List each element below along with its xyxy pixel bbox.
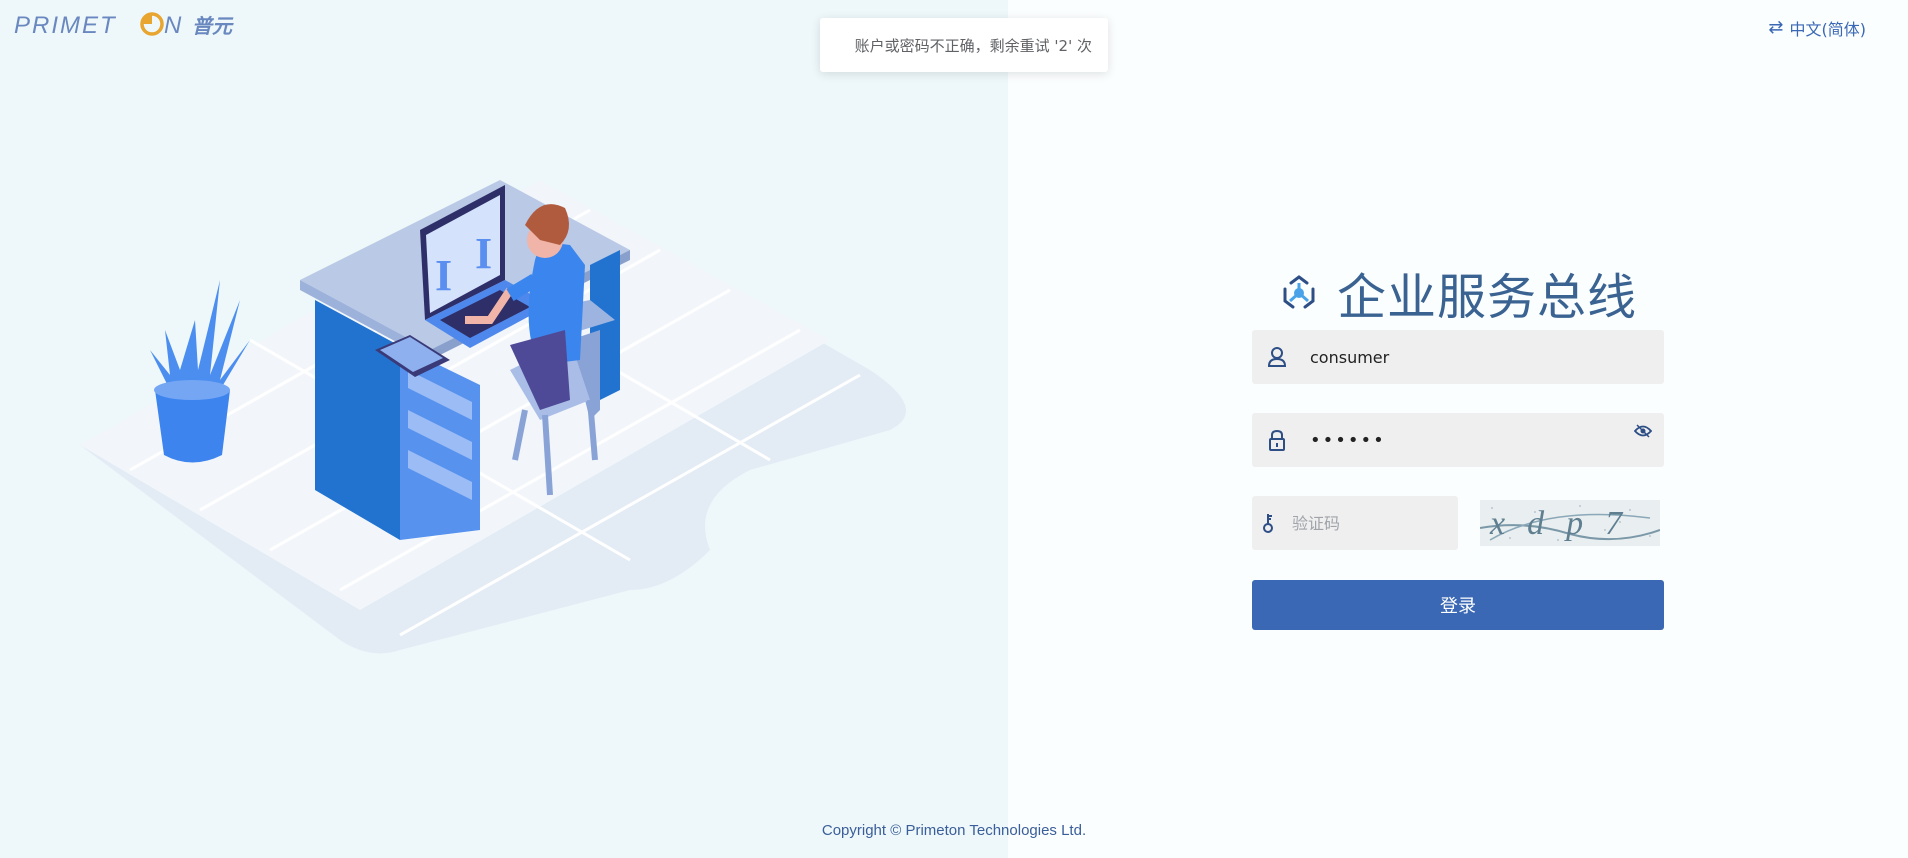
office-illustration: I I — [80, 180, 906, 654]
language-label: 中文(简体) — [1789, 20, 1867, 39]
captcha-text: xdp7 — [1489, 505, 1644, 542]
error-toast: 账户或密码不正确，剩余重试 '2' 次 — [820, 18, 1108, 72]
login-form: 企业服务总线 consumer •••••• 验证码 xdp7 登录 — [1252, 258, 1664, 630]
lock-icon — [1252, 429, 1296, 451]
username-input[interactable] — [1296, 329, 1664, 385]
svg-text:I: I — [475, 229, 492, 278]
username-field — [1252, 329, 1664, 385]
captcha-input[interactable] — [1278, 495, 1494, 551]
svg-text:I: I — [435, 251, 452, 300]
illustration-panel: PRIMET N 普元 I I — [0, 0, 1008, 858]
copyright-footer: Copyright © Primeton Technologies Ltd. — [821, 822, 1087, 839]
user-icon — [1252, 346, 1296, 368]
svg-text:普元: 普元 — [192, 14, 234, 38]
swap-arrows-icon: ⇄ — [1768, 17, 1784, 38]
page-title: 企业服务总线 — [1336, 268, 1637, 326]
login-button[interactable]: 登录 — [1252, 580, 1664, 630]
login-title: 企业服务总线 — [1252, 258, 1664, 328]
svg-text:PRIMET: PRIMET — [14, 12, 117, 39]
language-switch[interactable]: ⇄ 中文(简体) — [1768, 16, 1866, 40]
password-input[interactable] — [1296, 412, 1664, 468]
eye-icon[interactable] — [1633, 423, 1653, 442]
captcha-field — [1252, 495, 1494, 551]
primeton-logo: PRIMET N 普元 — [14, 10, 244, 40]
svg-text:N: N — [164, 12, 182, 39]
key-icon — [1252, 512, 1278, 534]
login-page: PRIMET N 普元 I I 账户或密码不正确，剩余重试 '2' 次 ⇄ 中文… — [0, 0, 1908, 858]
password-field — [1252, 412, 1664, 468]
captcha-image[interactable]: xdp7 — [1480, 500, 1660, 546]
captcha-row: xdp7 — [1252, 495, 1664, 551]
esb-logo-icon — [1283, 275, 1315, 309]
toast-message: 账户或密码不正确，剩余重试 '2' 次 — [854, 36, 1092, 55]
